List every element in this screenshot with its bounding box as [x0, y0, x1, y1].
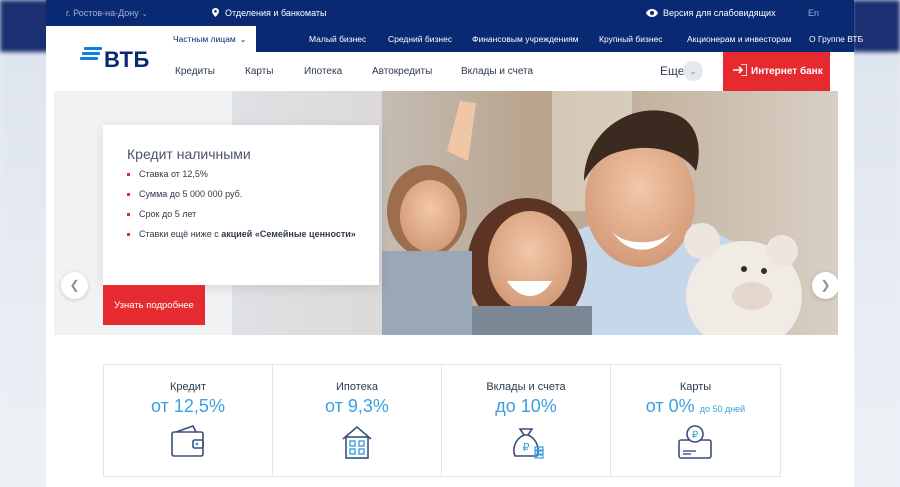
slider-next-button[interactable]: ❯: [812, 272, 838, 299]
product-tile-cards[interactable]: Карты от 0% до 50 дней ₽: [611, 365, 780, 476]
segment-medium-business[interactable]: Средний бизнес: [388, 26, 452, 52]
logo-bars: [80, 47, 102, 60]
logo-text: ВТБ: [104, 47, 150, 72]
money-bag-icon: ₽: [513, 428, 544, 459]
login-arrow-icon: [733, 64, 747, 76]
segment-small-business[interactable]: Малый бизнес: [309, 26, 366, 52]
city-selector[interactable]: г. Ростов-на-Дону ⌄: [66, 8, 148, 18]
city-label: г. Ростов-на-Дону: [66, 8, 139, 18]
segment-about-group[interactable]: О Группе ВТБ: [809, 26, 863, 52]
product-rate: от 0% до 50 дней: [611, 396, 780, 417]
branches-link[interactable]: Отделения и банкоматы: [212, 8, 327, 18]
product-name: Ипотека: [336, 381, 378, 393]
product-name: Кредит: [169, 381, 206, 393]
product-rate-note: до 50 дней: [699, 404, 746, 414]
page: г. Ростов-на-Дону ⌄ Отделения и банкоматы…: [46, 0, 863, 487]
internet-bank-label: Интернет банк: [751, 66, 823, 77]
product-tile-deposits[interactable]: Вклады и счета до 10% ₽: [442, 365, 611, 476]
chevron-left-icon: ❮: [69, 278, 80, 292]
vtb-logo[interactable]: ВТБ: [54, 26, 162, 91]
product-name: Вклады и счета: [486, 381, 566, 393]
product-rate-value: от 9,3%: [325, 396, 389, 416]
svg-text:₽: ₽: [692, 430, 699, 441]
product-name: Карты: [679, 381, 712, 393]
product-rate-value: до 10%: [495, 396, 557, 416]
nav-deposits[interactable]: Вклады и счета: [461, 66, 533, 77]
segment-label: Частным лицам: [173, 34, 236, 44]
promo-bullets: Ставка от 12,5% Сумма до 5 000 000 руб. …: [127, 169, 357, 249]
product-rate: от 12,5%: [104, 396, 272, 417]
product-rate-value: от 0%: [645, 396, 695, 416]
top-utility-bar: г. Ростов-на-Дону ⌄ Отделения и банкоматы…: [46, 0, 854, 26]
svg-text:₽: ₽: [523, 442, 530, 454]
product-rate: до 10%: [442, 396, 610, 417]
internet-bank-button[interactable]: Интернет банк: [723, 52, 830, 91]
promo-bullet: Срок до 5 лет: [127, 209, 357, 220]
language-switch[interactable]: En: [808, 8, 819, 18]
nav-mortgage[interactable]: Ипотека: [304, 66, 342, 77]
product-tile-credit[interactable]: Кредит от 12,5%: [104, 365, 273, 476]
chevron-down-icon: ⌄: [239, 35, 247, 44]
promo-card: Кредит наличными Ставка от 12,5% Сумма д…: [103, 125, 379, 285]
promo-bullet: Сумма до 5 000 000 руб.: [127, 189, 357, 200]
eye-icon: [646, 9, 658, 17]
learn-more-button[interactable]: Узнать подробнее: [103, 285, 205, 325]
segment-private[interactable]: Частным лицам ⌄: [162, 26, 257, 52]
slider-prev-button[interactable]: ❮: [61, 272, 88, 299]
nav-auto-credits[interactable]: Автокредиты: [372, 66, 432, 77]
promo-bullet: Ставки ещё ниже с акцией «Семейные ценно…: [127, 229, 357, 240]
house-icon: [342, 425, 372, 459]
card-icon: ₽: [678, 425, 712, 459]
segment-investors[interactable]: Акционерам и инвесторам: [687, 26, 792, 52]
chevron-down-icon[interactable]: ⌄: [683, 61, 703, 81]
family-values-link[interactable]: акцией «Семейные ценности»: [221, 229, 356, 239]
nav-credits[interactable]: Кредиты: [175, 66, 215, 77]
background-right: [852, 0, 900, 487]
accessibility-link[interactable]: Версия для слабовидящих: [646, 8, 776, 18]
promo-bullet-text: Ставки ещё ниже с: [139, 229, 222, 239]
product-tiles: Кредит от 12,5% Ипотека от 9,3% Вклады и…: [103, 364, 781, 477]
segment-financial[interactable]: Финансовым учреждениям: [472, 26, 579, 52]
accessibility-label: Версия для слабовидящих: [663, 8, 776, 18]
map-pin-icon: [212, 8, 219, 17]
promo-bullet: Ставка от 12,5%: [127, 169, 357, 180]
product-rate-value: от 12,5%: [151, 396, 225, 416]
nav-more[interactable]: Еще: [660, 64, 684, 78]
segment-nav: Частным лицам ⌄ Малый бизнес Средний бизн…: [162, 26, 863, 52]
segment-large-business[interactable]: Крупный бизнес: [599, 26, 663, 52]
product-tile-mortgage[interactable]: Ипотека от 9,3%: [273, 365, 442, 476]
nav-cards[interactable]: Карты: [245, 66, 274, 77]
chevron-down-icon: ⌄: [141, 11, 148, 18]
product-rate: от 9,3%: [273, 396, 441, 417]
chevron-right-icon: ❯: [820, 278, 831, 292]
wallet-icon: [171, 425, 204, 457]
promo-title: Кредит наличными: [127, 146, 251, 162]
branches-label: Отделения и банкоматы: [225, 8, 327, 18]
